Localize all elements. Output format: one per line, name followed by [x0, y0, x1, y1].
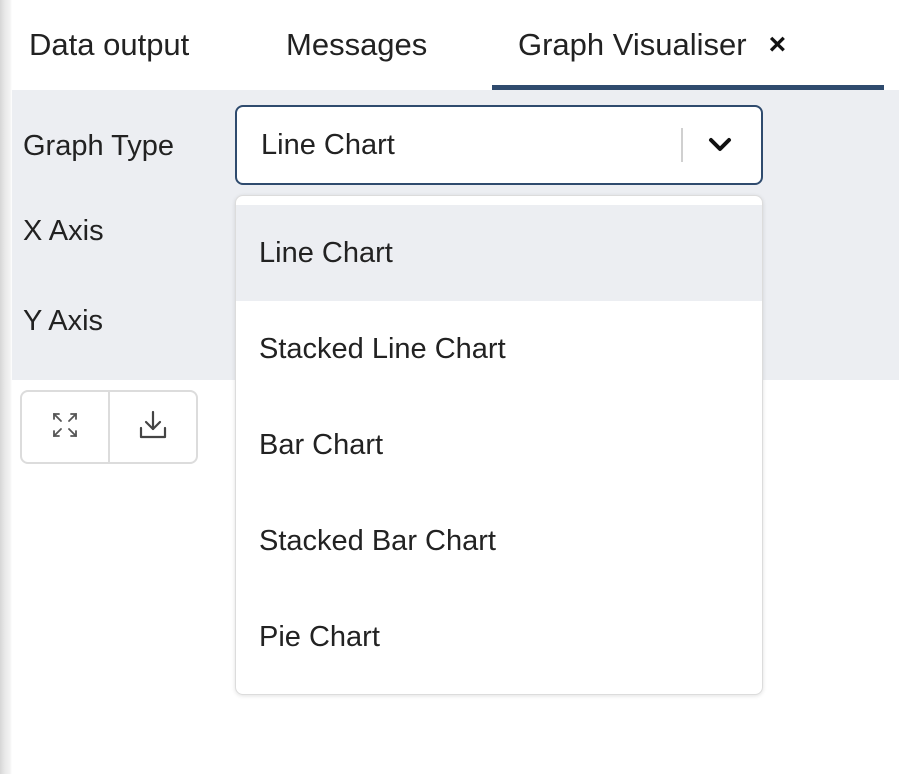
graph-visualiser-panel: Data output Messages Graph Visualiser × …	[0, 0, 899, 774]
option-label: Stacked Line Chart	[259, 332, 506, 365]
tab-data-output[interactable]: Data output	[0, 0, 262, 90]
tab-label: Data output	[29, 27, 190, 62]
tab-label: Graph Visualiser	[518, 27, 747, 62]
download-icon	[137, 409, 169, 446]
tab-bar: Data output Messages Graph Visualiser ×	[0, 0, 899, 90]
option-label: Line Chart	[259, 236, 393, 269]
graph-type-label: Graph Type	[23, 130, 175, 162]
expand-icon	[50, 410, 80, 445]
x-axis-label: X Axis	[23, 215, 104, 247]
graph-type-dropdown-menu: Line Chart Stacked Line Chart Bar Chart …	[235, 195, 763, 695]
option-pie-chart[interactable]: Pie Chart	[236, 589, 762, 685]
option-line-chart[interactable]: Line Chart	[236, 205, 762, 301]
option-stacked-line-chart[interactable]: Stacked Line Chart	[236, 301, 762, 397]
option-stacked-bar-chart[interactable]: Stacked Bar Chart	[236, 493, 762, 589]
chevron-down-icon[interactable]	[701, 130, 739, 160]
tab-label: Messages	[286, 27, 428, 62]
close-icon[interactable]: ×	[769, 30, 787, 60]
panel-edge	[0, 0, 12, 774]
tab-graph-visualiser[interactable]: Graph Visualiser ×	[492, 0, 884, 90]
option-bar-chart[interactable]: Bar Chart	[236, 397, 762, 493]
select-separator	[681, 128, 683, 162]
y-axis-label: Y Axis	[23, 305, 104, 337]
option-label: Bar Chart	[259, 428, 384, 461]
download-button[interactable]	[108, 392, 196, 462]
graph-type-select[interactable]: Line Chart	[235, 105, 763, 185]
expand-button[interactable]	[22, 392, 108, 462]
option-label: Stacked Bar Chart	[259, 524, 496, 557]
option-label: Pie Chart	[259, 620, 380, 653]
graph-toolbar	[20, 390, 198, 464]
tab-messages[interactable]: Messages	[262, 0, 492, 90]
graph-type-value: Line Chart	[261, 128, 395, 161]
